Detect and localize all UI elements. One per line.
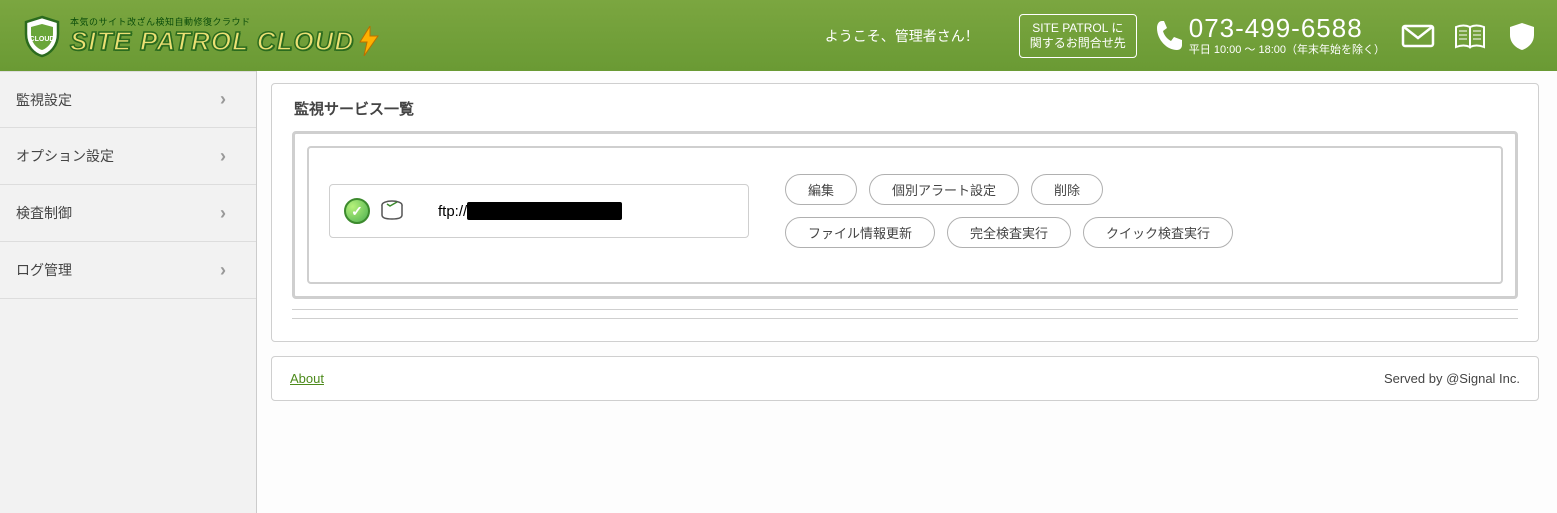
action-buttons: 編集 個別アラート設定 削除 ファイル情報更新 完全検査実行 クイック検査実行: [785, 174, 1233, 248]
chevron-right-icon: ›: [220, 89, 226, 110]
served-by: Served by @Signal Inc.: [1384, 371, 1520, 386]
services-panel: 監視サービス一覧 ✓ ftp://: [271, 83, 1539, 342]
chevron-right-icon: ›: [220, 260, 226, 281]
divider: [292, 309, 1518, 310]
svg-text:CLOUD: CLOUD: [30, 36, 55, 43]
mail-icon[interactable]: [1401, 21, 1435, 51]
database-icon: [380, 200, 404, 222]
sidebar-item-label: 検査制御: [16, 203, 72, 223]
chevron-right-icon: ›: [220, 203, 226, 224]
phone-number: 073-499-6588: [1189, 15, 1363, 41]
edit-button[interactable]: 編集: [785, 174, 857, 205]
phone-hours: 平日 10:00 ～ 18:00（年末年始を除く）: [1189, 41, 1385, 57]
phone-block: 073-499-6588 平日 10:00 ～ 18:00（年末年始を除く）: [1153, 15, 1385, 57]
full-scan-button[interactable]: 完全検査実行: [947, 217, 1071, 248]
sidebar: 監視設定 › オプション設定 › 検査制御 › ログ管理 ›: [0, 71, 257, 513]
book-icon[interactable]: [1453, 21, 1487, 51]
about-link[interactable]: About: [290, 371, 324, 386]
quick-scan-button[interactable]: クイック検査実行: [1083, 217, 1233, 248]
service-box: ✓ ftp://: [329, 184, 749, 238]
service-row: ✓ ftp:// 編集 個別アラート設定: [307, 146, 1503, 284]
bolt-icon: [358, 26, 380, 56]
update-file-info-button[interactable]: ファイル情報更新: [785, 217, 935, 248]
shield-header-icon[interactable]: [1505, 21, 1539, 51]
phone-icon: [1153, 18, 1183, 54]
shield-icon: CLOUD: [20, 14, 64, 58]
welcome-text: ようこそ、管理者さん！: [825, 26, 979, 46]
sidebar-item-inspection[interactable]: 検査制御 ›: [0, 185, 256, 242]
footer-panel: About Served by @Signal Inc.: [271, 356, 1539, 401]
sidebar-item-label: ログ管理: [16, 260, 72, 280]
sidebar-item-label: オプション設定: [16, 146, 114, 166]
sidebar-item-label: 監視設定: [16, 90, 72, 110]
sidebar-item-logs[interactable]: ログ管理 ›: [0, 242, 256, 299]
divider: [292, 318, 1518, 319]
alert-settings-button[interactable]: 個別アラート設定: [869, 174, 1019, 205]
header: CLOUD 本気のサイト改ざん検知自動修復クラウド SITE PATROL CL…: [0, 0, 1557, 71]
service-group: ✓ ftp:// 編集 個別アラート設定: [292, 131, 1518, 299]
sidebar-item-options[interactable]: オプション設定 ›: [0, 128, 256, 185]
delete-button[interactable]: 削除: [1031, 174, 1103, 205]
panel-title: 監視サービス一覧: [294, 98, 1524, 119]
sidebar-item-monitoring[interactable]: 監視設定 ›: [0, 71, 256, 128]
service-address: ftp://: [438, 202, 622, 220]
status-ok-icon: ✓: [344, 198, 370, 224]
chevron-right-icon: ›: [220, 146, 226, 167]
main: 監視サービス一覧 ✓ ftp://: [257, 71, 1557, 513]
contact-box: SITE PATROL に 関するお問合せ先: [1019, 14, 1137, 58]
logo-product-name: SITE PATROL CLOUD: [70, 26, 380, 57]
logo: CLOUD 本気のサイト改ざん検知自動修復クラウド SITE PATROL CL…: [20, 14, 380, 58]
masked-host: [467, 202, 622, 220]
